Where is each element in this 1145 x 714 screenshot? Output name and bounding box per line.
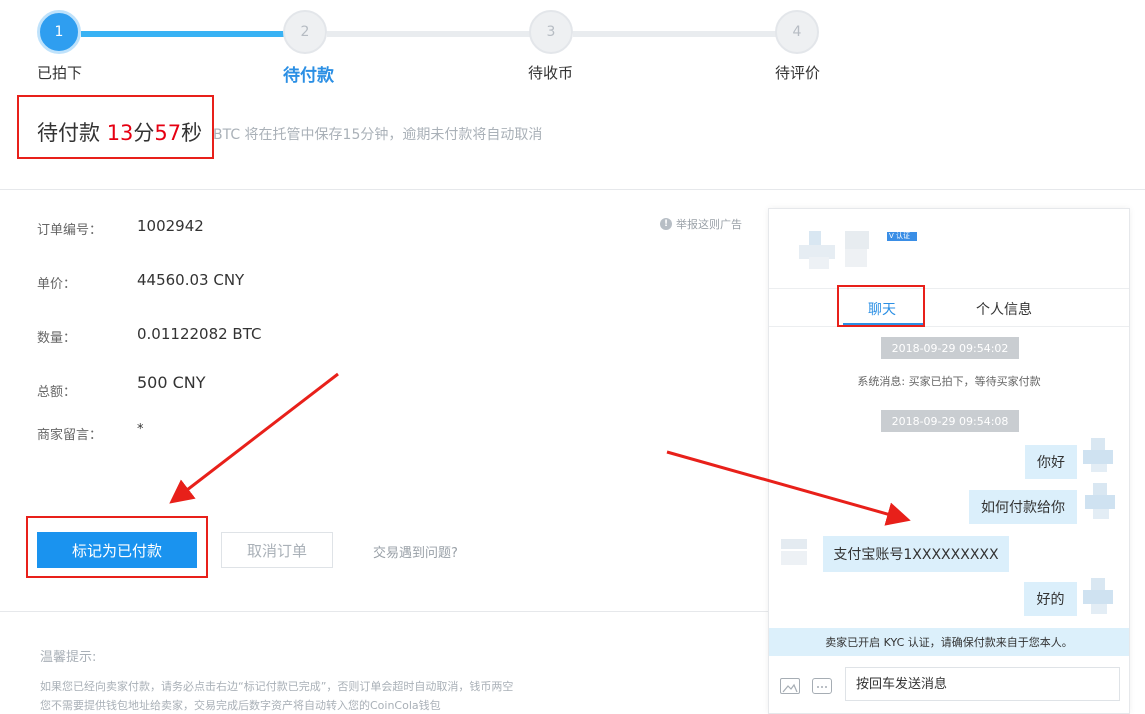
step-2-circle: 2 [283, 10, 327, 54]
step-2-label: 待付款 [283, 66, 334, 86]
total-label: 总额： [37, 385, 77, 400]
seller-avatar[interactable] [799, 231, 835, 269]
step-1-circle: 1 [37, 10, 81, 54]
message-timestamp: 2018-09-29 09:54:08 [881, 410, 1019, 432]
annotation-arrow-to-button [169, 372, 339, 504]
annotation-box-mark-paid [26, 516, 208, 578]
divider [0, 611, 768, 612]
chat-message-input[interactable] [845, 667, 1120, 701]
order-stepper: 1 2 3 4 已拍下 待付款 待收币 待评价 [0, 0, 1145, 90]
total-value: 500 CNY [137, 373, 206, 392]
trade-problem-link[interactable]: 交易遇到问题? [373, 542, 458, 561]
tips-line-2: 您不需要提供钱包地址给卖家，交易完成后数字资产将自动转入您的CoinCola钱包 [40, 699, 441, 712]
step-4-circle: 4 [775, 10, 819, 54]
seller-chat-avatar [781, 539, 807, 565]
order-id-label: 订单编号： [37, 223, 103, 238]
tips-line-1: 如果您已经向卖家付款，请务必点击右边“标记付款已完成”，否则订单会超时自动取消，… [40, 680, 514, 693]
seller-note-value: * [137, 422, 144, 437]
escrow-hint: BTC 将在托管中保存15分钟，逾期未付款将自动取消 [213, 127, 543, 143]
buyer-avatar [1085, 483, 1115, 519]
chat-bubble-out: 如何付款给你 [969, 490, 1077, 524]
info-icon: ! [660, 218, 672, 230]
report-ad-link[interactable]: ! 举报这则广告 [660, 216, 742, 232]
chat-panel: V 认证 聊天 个人信息 2018-09-29 09:54:02 系统消息: 买… [768, 208, 1130, 714]
message-timestamp: 2018-09-29 09:54:02 [881, 337, 1019, 359]
annotation-box-chat-tab [837, 285, 925, 327]
step-3-label: 待收币 [528, 64, 574, 82]
quantity-label: 数量： [37, 331, 77, 346]
step-1-label: 已拍下 [37, 64, 83, 82]
kyc-notice: 卖家已开启 KYC 认证，请确保付款来自于您本人。 [769, 628, 1129, 656]
seller-note-label: 商家留言： [37, 428, 103, 443]
chat-input-bar [769, 656, 1129, 713]
seller-name[interactable] [845, 231, 885, 267]
chat-bubble-in: 支付宝账号1XXXXXXXXX [823, 536, 1009, 572]
cancel-order-button[interactable]: 取消订单 [221, 532, 333, 568]
step-3-circle: 3 [529, 10, 573, 54]
chat-header: V 认证 [769, 209, 1129, 289]
order-id-value: 1002942 [137, 217, 204, 235]
annotation-box-countdown [17, 95, 214, 159]
divider [0, 189, 1145, 190]
chat-bubble-out: 你好 [1025, 445, 1077, 479]
step-track-line [327, 31, 530, 37]
system-message: 系统消息: 买家已拍下，等待买家付款 [857, 375, 1041, 388]
buyer-avatar [1083, 578, 1113, 614]
report-ad-label: 举报这则广告 [676, 218, 742, 231]
unit-price-value: 44560.03 CNY [137, 271, 245, 289]
buyer-avatar [1083, 438, 1113, 472]
verified-badge: V 认证 [887, 232, 917, 241]
tab-profile[interactable]: 个人信息 [976, 299, 1032, 319]
chat-bubble-out: 好的 [1024, 582, 1077, 616]
step-4-label: 待评价 [775, 64, 821, 82]
tips-title: 温馨提示: [40, 650, 97, 665]
step-track-line [573, 31, 776, 37]
quantity-value: 0.01122082 BTC [137, 325, 262, 343]
emoji-icon[interactable] [812, 678, 832, 694]
image-upload-icon[interactable] [780, 678, 800, 694]
unit-price-label: 单价： [37, 277, 77, 292]
chat-tabs: 聊天 个人信息 [769, 289, 1129, 327]
step-progress-line [81, 31, 284, 37]
